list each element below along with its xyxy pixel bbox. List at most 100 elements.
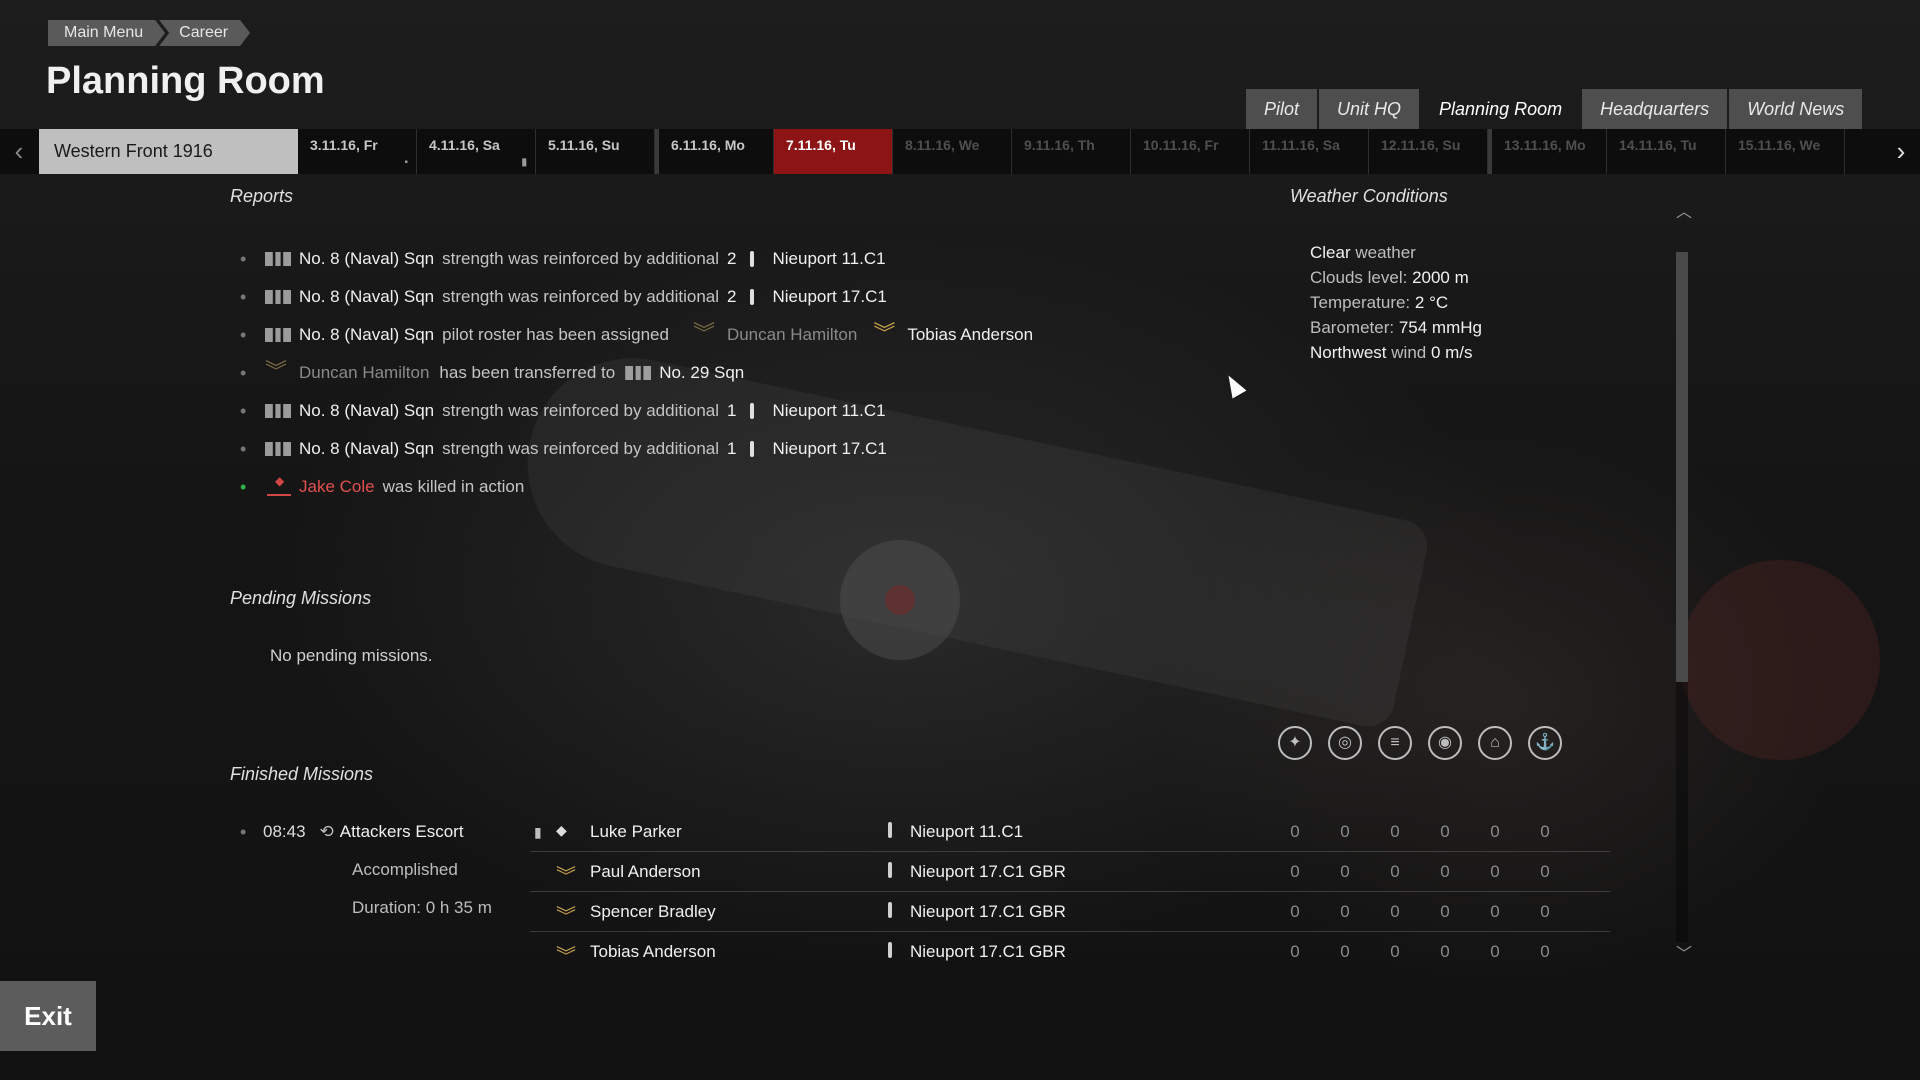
artillery-kills-icon: ◉ — [1428, 726, 1462, 760]
tab-world-news[interactable]: World News — [1729, 89, 1863, 129]
breadcrumb-main-menu[interactable]: Main Menu — [48, 20, 165, 46]
scroll-up-icon[interactable]: ︿ — [1676, 198, 1692, 222]
report-text: strength was reinforced by additional — [442, 439, 720, 458]
day-cell[interactable]: 10.11.16, Fr — [1131, 129, 1250, 174]
day-label: 6.11.16, Mo — [671, 137, 745, 153]
stat-value: 0 — [1540, 942, 1550, 961]
clouds-level: Clouds level: 2000 m — [1310, 265, 1482, 290]
scrollbar-thumb[interactable] — [1676, 252, 1688, 682]
aircraft-name[interactable]: Nieuport 11.C1 — [772, 401, 885, 421]
pilot-name[interactable]: Jake Cole — [299, 477, 375, 497]
table-row[interactable]: ︾ Tobias Anderson Nieuport 17.C1 GBR 0 0… — [530, 932, 1610, 971]
count: 2 — [727, 249, 737, 268]
date-timeline: ‹ Western Front 1916 3.11.16, Fr ▪ 4.11.1… — [0, 129, 1920, 174]
day-cell[interactable]: 13.11.16, Mo — [1488, 129, 1607, 174]
day-cell[interactable]: 3.11.16, Fr ▪ — [298, 129, 417, 174]
day-cell[interactable]: 5.11.16, Su — [536, 129, 655, 174]
reports-heading: Reports — [230, 186, 294, 206]
day-cell[interactable]: 14.11.16, Tu — [1607, 129, 1726, 174]
stat-value: 0 — [1340, 822, 1350, 841]
stat-value: 0 — [1440, 942, 1450, 961]
table-row[interactable]: ︾ Spencer Bradley Nieuport 17.C1 GBR 0 0… — [530, 892, 1610, 932]
day-cell[interactable]: 8.11.16, We — [893, 129, 1012, 174]
day-cell[interactable]: 4.11.16, Sa ▮ — [417, 129, 536, 174]
scrollbar[interactable] — [1676, 252, 1688, 942]
timeline-next-button[interactable]: › — [1882, 129, 1920, 174]
pilot-name[interactable]: Duncan Hamilton — [299, 363, 429, 383]
unit-name[interactable]: No. 8 (Naval) Sqn — [299, 401, 434, 421]
stat-value: 0 — [1390, 822, 1400, 841]
page-title: Planning Room — [46, 60, 325, 102]
timeline-days: 3.11.16, Fr ▪ 4.11.16, Sa ▮ 5.11.16, Su 6.… — [298, 129, 1845, 174]
rank-chevron-icon: ︾ — [556, 866, 576, 888]
breadcrumb-career[interactable]: Career — [159, 20, 250, 46]
day-cell-current[interactable]: 7.11.16, Tu — [774, 129, 893, 174]
table-row[interactable]: ▮ ◆ Luke Parker Nieuport 11.C1 0 0 0 0 0… — [530, 812, 1610, 852]
bullet-icon: • — [240, 286, 247, 307]
aircraft-icon — [750, 441, 755, 457]
aircraft-name[interactable]: Nieuport 17.C1 — [772, 439, 886, 459]
pilot-name[interactable]: Duncan Hamilton — [727, 325, 857, 345]
table-row[interactable]: ︾ Paul Anderson Nieuport 17.C1 GBR 0 0 0… — [530, 852, 1610, 892]
pilot-name[interactable]: Tobias Anderson — [907, 325, 1033, 345]
list-item: • No. 8 (Naval) Sqn strength was reinfor… — [240, 392, 1033, 430]
report-text: was killed in action — [382, 477, 525, 496]
stat-value: 0 — [1490, 862, 1500, 881]
scroll-down-icon[interactable]: ﹀ — [1676, 940, 1692, 964]
day-label: 3.11.16, Fr — [310, 137, 378, 153]
tab-pilot[interactable]: Pilot — [1246, 89, 1318, 129]
list-item: • Duncan Hamilton has been transferred t… — [240, 354, 1033, 392]
day-cell[interactable]: 12.11.16, Su — [1369, 129, 1488, 174]
crew-aircraft: Nieuport 17.C1 GBR — [910, 862, 1066, 881]
day-cell[interactable]: 15.11.16, We — [1726, 129, 1845, 174]
day-label: 11.11.16, Sa — [1262, 137, 1340, 153]
mission-status: Accomplished — [352, 860, 458, 879]
stat-value: 0 — [1290, 902, 1300, 921]
player-pilot-icon: ◆ — [556, 822, 567, 838]
day-cell[interactable]: 11.11.16, Sa — [1250, 129, 1369, 174]
unit-name[interactable]: No. 8 (Naval) Sqn — [299, 325, 434, 345]
mission-type: Attackers Escort — [339, 822, 464, 841]
squadron-icon — [265, 442, 291, 456]
aircraft-icon — [888, 902, 892, 918]
ground-kills-icon: ◎ — [1328, 726, 1362, 760]
stat-value: 0 — [1440, 862, 1450, 881]
weather-condition: Clear — [1310, 243, 1351, 262]
stat-value: 0 — [1340, 942, 1350, 961]
unit-name[interactable]: No. 8 (Naval) Sqn — [299, 287, 434, 307]
tab-headquarters[interactable]: Headquarters — [1582, 89, 1728, 129]
campaign-selector[interactable]: Western Front 1916 — [39, 129, 298, 174]
tab-unit-hq[interactable]: Unit HQ — [1319, 89, 1420, 129]
stat-icons-row: ✦ ◎ ≡ ◉ ⌂ ⚓ — [1278, 726, 1578, 760]
report-text: strength was reinforced by additional — [442, 287, 720, 306]
mission-summary[interactable]: • 08:43 ⟲ Attackers Escort Accomplished … — [240, 820, 492, 917]
timeline-prev-button[interactable]: ‹ — [0, 129, 38, 174]
stat-value: 0 — [1490, 822, 1500, 841]
reports-list: • No. 8 (Naval) Sqn strength was reinfor… — [240, 240, 1033, 506]
aircraft-name[interactable]: Nieuport 17.C1 — [772, 287, 886, 307]
unit-name[interactable]: No. 8 (Naval) Sqn — [299, 249, 434, 269]
list-item: • No. 8 (Naval) Sqn strength was reinfor… — [240, 278, 1033, 316]
unit-name[interactable]: No. 8 (Naval) Sqn — [299, 439, 434, 459]
day-label: 7.11.16, Tu — [786, 137, 856, 153]
aircraft-name[interactable]: Nieuport 11.C1 — [772, 249, 885, 269]
tail-marking — [1680, 560, 1880, 760]
day-cell[interactable]: 9.11.16, Th — [1012, 129, 1131, 174]
day-cell[interactable]: 6.11.16, Mo — [655, 129, 774, 174]
day-label: 12.11.16, Su — [1381, 137, 1461, 153]
crew-aircraft: Nieuport 11.C1 — [910, 822, 1024, 841]
bullet-icon: • — [240, 821, 247, 842]
weather-heading: Weather Conditions — [1290, 186, 1448, 206]
count: 1 — [727, 439, 737, 458]
temperature-value: 2 °C — [1414, 293, 1449, 312]
clouds-value: 2000 m — [1412, 268, 1469, 287]
aircraft-icon — [750, 251, 755, 267]
stat-value: 0 — [1490, 902, 1500, 921]
escort-icon: ⟲ — [319, 822, 334, 841]
report-text: has been transferred to — [439, 363, 616, 382]
stat-value: 0 — [1540, 822, 1550, 841]
tab-planning-room[interactable]: Planning Room — [1421, 89, 1580, 129]
bullet-icon: • — [240, 362, 247, 383]
exit-button[interactable]: Exit — [0, 981, 96, 1051]
unit-name[interactable]: No. 29 Sqn — [659, 363, 744, 383]
